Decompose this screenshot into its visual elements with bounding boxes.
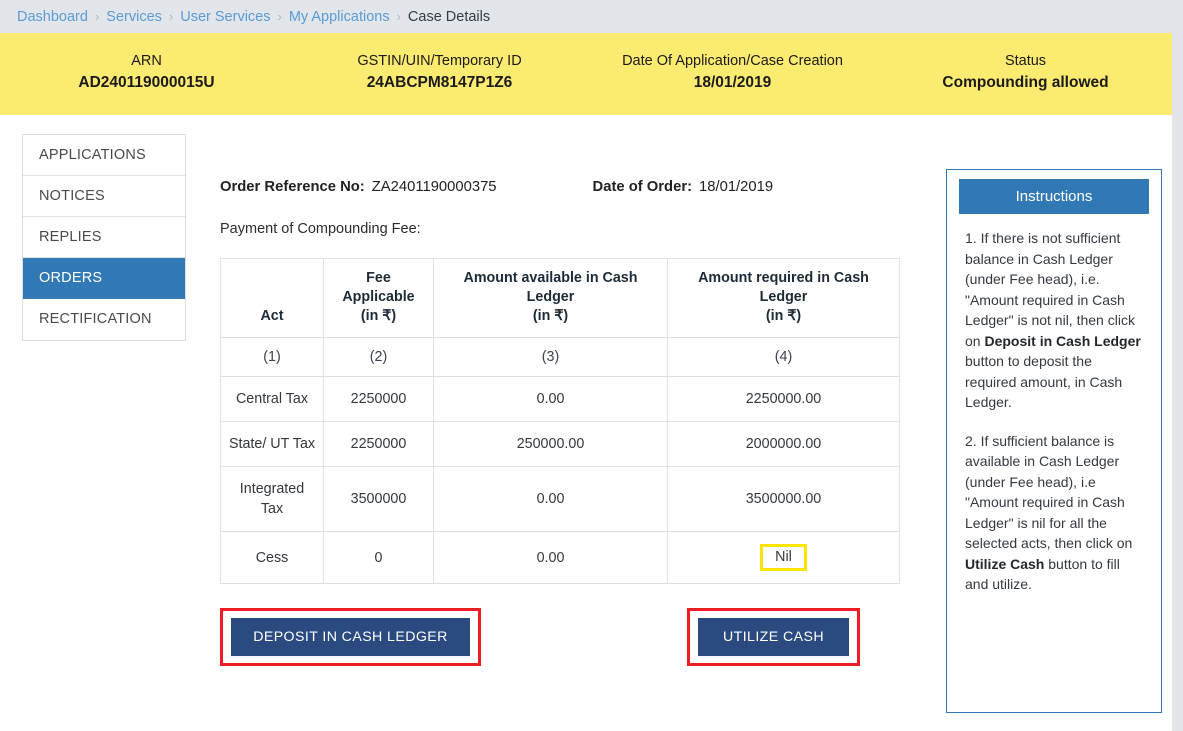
case-summary-arn-label: ARN bbox=[131, 53, 162, 69]
cell-fee-applicable: 2250000 bbox=[323, 421, 434, 467]
column-header-fee-line1: Fee bbox=[366, 270, 391, 286]
breadcrumb-current-case-details: Case Details bbox=[407, 8, 491, 25]
breadcrumb-link-services[interactable]: Services bbox=[106, 9, 162, 25]
sidebar-item-rectification[interactable]: RECTIFICATION bbox=[23, 299, 185, 340]
breadcrumb-separator-icon: › bbox=[277, 9, 282, 24]
column-header-amount-required: Amount required in Cash Ledger (in ₹) bbox=[667, 258, 900, 338]
nil-value-highlight: Nil bbox=[760, 544, 807, 571]
sidebar-item-notices[interactable]: NOTICES bbox=[23, 176, 185, 217]
cell-amount-available: 0.00 bbox=[433, 531, 668, 584]
order-date-value: 18/01/2019 bbox=[699, 179, 774, 195]
sidebar-item-orders[interactable]: ORDERS bbox=[23, 258, 185, 299]
table-row: State/ UT Tax 2250000 250000.00 2000000.… bbox=[220, 421, 900, 467]
case-summary-date-value: 18/01/2019 bbox=[693, 74, 772, 91]
instruction-1-bold: Deposit in Cash Ledger bbox=[984, 332, 1141, 349]
breadcrumb-link-dashboard[interactable]: Dashboard bbox=[17, 9, 88, 25]
instruction-2-pre: 2. If sufficient balance is available in… bbox=[965, 432, 1133, 552]
cell-act: Integrated Tax bbox=[220, 466, 324, 532]
cell-act: Central Tax bbox=[220, 376, 324, 422]
instruction-item-1: 1. If there is not sufficient balance in… bbox=[965, 228, 1145, 413]
sidebar-item-replies[interactable]: REPLIES bbox=[23, 217, 185, 258]
cell-amount-available: 0.00 bbox=[433, 466, 668, 532]
cell-amount-required: 2000000.00 bbox=[667, 421, 900, 467]
cell-fee-applicable: 0 bbox=[323, 531, 434, 584]
column-header-amount-available: Amount available in Cash Ledger (in ₹) bbox=[433, 258, 668, 338]
sidebar-item-applications[interactable]: APPLICATIONS bbox=[23, 135, 185, 176]
page-scrollbar-track[interactable] bbox=[1172, 0, 1183, 731]
order-meta-row: Order Reference No: ZA2401190000375 Date… bbox=[220, 115, 910, 195]
breadcrumb-link-user-services[interactable]: User Services bbox=[180, 9, 270, 25]
deposit-button-annotation-box: DEPOSIT IN CASH LEDGER bbox=[220, 608, 481, 666]
cell-amount-required-highlighted: Nil bbox=[667, 531, 900, 584]
column-header-required-line3: (in ₹) bbox=[765, 308, 802, 324]
case-summary-status: Status Compounding allowed bbox=[879, 33, 1172, 94]
fee-section-caption: Payment of Compounding Fee: bbox=[220, 221, 421, 237]
case-summary-gstin: GSTIN/UIN/Temporary ID 24ABCPM8147P1Z6 bbox=[293, 33, 586, 94]
cell-amount-required: 2250000.00 bbox=[667, 376, 900, 422]
column-header-available-line1: Amount available in Cash bbox=[463, 270, 638, 286]
breadcrumb-separator-icon: › bbox=[168, 9, 174, 24]
column-header-available-line3: (in ₹) bbox=[532, 308, 569, 324]
instructions-body: 1. If there is not sufficient balance in… bbox=[957, 214, 1151, 595]
cell-amount-available: 250000.00 bbox=[433, 421, 668, 467]
action-button-row: DEPOSIT IN CASH LEDGER UTILIZE CASH bbox=[220, 608, 910, 670]
case-summary-banner: ARN AD240119000015U GSTIN/UIN/Temporary … bbox=[0, 33, 1172, 115]
table-row: Cess 0 0.00 Nil bbox=[220, 531, 900, 584]
breadcrumb-link-my-applications[interactable]: My Applications bbox=[289, 9, 390, 25]
breadcrumb-separator-icon: › bbox=[396, 9, 401, 24]
case-summary-date: Date Of Application/Case Creation 18/01/… bbox=[586, 33, 879, 94]
instruction-item-2: 2. If sufficient balance is available in… bbox=[965, 431, 1145, 595]
cell-amount-required: 3500000.00 bbox=[667, 466, 900, 532]
column-header-required-line2: Ledger bbox=[759, 289, 808, 305]
order-date-label: Date of Order: bbox=[592, 179, 693, 195]
compounding-fee-table: Act Fee Applicable (in ₹) Amount availab… bbox=[220, 258, 900, 584]
column-header-fee-applicable: Fee Applicable (in ₹) bbox=[323, 258, 434, 338]
instruction-1-pre: 1. If there is not sufficient balance in… bbox=[965, 230, 1135, 349]
column-number-2: (2) bbox=[323, 337, 434, 377]
table-header-row: Act Fee Applicable (in ₹) Amount availab… bbox=[220, 258, 900, 338]
case-summary-gstin-label: GSTIN/UIN/Temporary ID bbox=[357, 53, 522, 69]
cell-fee-applicable: 2250000 bbox=[323, 376, 434, 422]
case-section-nav: APPLICATIONS NOTICES REPLIES ORDERS RECT… bbox=[22, 134, 186, 341]
case-summary-arn-value: AD240119000015U bbox=[78, 74, 215, 91]
column-header-act: Act bbox=[220, 258, 324, 338]
case-summary-date-label: Date Of Application/Case Creation bbox=[622, 53, 843, 69]
instruction-1-post: button to deposit the required amount, i… bbox=[965, 353, 1123, 410]
table-row-column-numbers: (1) (2) (3) (4) bbox=[220, 337, 900, 377]
column-header-act-line3: Act bbox=[260, 308, 284, 324]
status-badge: Compounding allowed bbox=[942, 74, 1109, 91]
content-area: APPLICATIONS NOTICES REPLIES ORDERS RECT… bbox=[0, 115, 1172, 731]
instruction-2-bold: Utilize Cash bbox=[965, 555, 1045, 572]
column-number-4: (4) bbox=[667, 337, 900, 377]
instructions-panel: Instructions 1. If there is not sufficie… bbox=[946, 169, 1162, 713]
breadcrumb-separator-icon: › bbox=[94, 9, 100, 24]
deposit-in-cash-ledger-button[interactable]: DEPOSIT IN CASH LEDGER bbox=[231, 618, 470, 656]
utilize-cash-button[interactable]: UTILIZE CASH bbox=[698, 618, 849, 656]
case-summary-status-label: Status bbox=[1004, 53, 1047, 69]
table-row: Integrated Tax 3500000 0.00 3500000.00 bbox=[220, 466, 900, 532]
breadcrumb: Dashboard › Services › User Services › M… bbox=[0, 0, 1183, 33]
case-summary-arn: ARN AD240119000015U bbox=[0, 33, 293, 94]
instructions-title: Instructions bbox=[959, 179, 1149, 214]
column-header-fee-line3: (in ₹) bbox=[360, 308, 397, 324]
column-number-3: (3) bbox=[433, 337, 668, 377]
order-reference-value: ZA2401190000375 bbox=[371, 179, 497, 195]
column-header-fee-line2: Applicable bbox=[342, 289, 415, 305]
cell-act: State/ UT Tax bbox=[220, 421, 324, 467]
column-header-required-line1: Amount required in Cash bbox=[698, 270, 869, 286]
cell-act: Cess bbox=[220, 531, 324, 584]
cell-fee-applicable: 3500000 bbox=[323, 466, 434, 532]
case-details-page: Dashboard › Services › User Services › M… bbox=[0, 0, 1183, 731]
order-reference-label: Order Reference No: bbox=[220, 179, 365, 195]
case-summary-gstin-value: 24ABCPM8147P1Z6 bbox=[366, 74, 513, 91]
order-details-panel: Order Reference No: ZA2401190000375 Date… bbox=[220, 115, 910, 670]
cell-amount-available: 0.00 bbox=[433, 376, 668, 422]
utilize-button-annotation-box: UTILIZE CASH bbox=[687, 608, 860, 666]
table-row: Central Tax 2250000 0.00 2250000.00 bbox=[220, 376, 900, 422]
column-number-1: (1) bbox=[220, 337, 324, 377]
column-header-available-line2: Ledger bbox=[526, 289, 575, 305]
